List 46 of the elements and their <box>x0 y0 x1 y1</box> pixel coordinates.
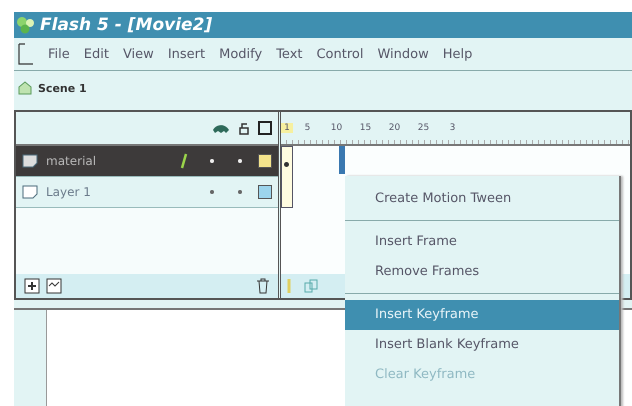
menu-item[interactable]: View <box>122 46 154 62</box>
visibility-dot[interactable] <box>210 190 214 194</box>
app-icon <box>16 16 36 34</box>
trash-icon[interactable] <box>256 278 270 294</box>
visibility-dot[interactable] <box>210 159 214 163</box>
add-guide-icon[interactable] <box>46 278 62 294</box>
menu-item[interactable]: Control <box>316 46 364 62</box>
menu-item[interactable]: Insert Frame <box>345 227 619 257</box>
frame-number: 15 <box>358 123 372 133</box>
layer-icon <box>22 185 38 199</box>
menu-item[interactable]: Insert Keyframe <box>345 300 619 330</box>
frame-number: 1 <box>281 123 293 133</box>
pencil-icon <box>180 153 188 169</box>
layer-icon <box>22 154 38 168</box>
menu-item[interactable]: Insert <box>168 46 206 62</box>
outline-color-square[interactable] <box>258 154 272 168</box>
menu-item[interactable]: Window <box>377 46 429 62</box>
playhead[interactable] <box>281 146 293 208</box>
layer-name: Layer 1 <box>46 185 92 199</box>
menu-item[interactable]: File <box>48 46 70 62</box>
scene-icon[interactable] <box>18 81 32 95</box>
lock-icon[interactable] <box>238 121 250 135</box>
menu-item[interactable]: Remove Frames <box>345 257 619 287</box>
window-title: Flash 5 - [Movie2] <box>40 15 212 35</box>
frame-number: 20 <box>388 123 402 133</box>
eye-icon[interactable] <box>212 122 230 134</box>
document-icon[interactable] <box>18 43 34 65</box>
frame-number: 25 <box>416 123 430 133</box>
lock-dot[interactable] <box>238 190 242 194</box>
frame-number: 10 <box>330 123 344 133</box>
add-layer-icon[interactable] <box>24 278 40 294</box>
menu-item[interactable]: Edit <box>84 46 109 62</box>
menu-item[interactable]: Text <box>276 46 302 62</box>
layer-row[interactable]: material <box>16 146 278 177</box>
frame-number: 5 <box>304 123 312 133</box>
lock-dot[interactable] <box>238 159 242 163</box>
menu-item[interactable]: Modify <box>219 46 262 62</box>
keyframe-dot <box>284 162 289 167</box>
menu-item[interactable]: Create Motion Tween <box>345 184 619 214</box>
menu-item[interactable]: Help <box>442 46 472 62</box>
outline-icon[interactable] <box>258 121 272 135</box>
scene-label[interactable]: Scene 1 <box>38 82 87 94</box>
layer-name: material <box>46 154 98 168</box>
frame-number: 3 <box>448 123 456 133</box>
outline-color-square[interactable] <box>258 185 272 199</box>
menu-item[interactable]: Insert Blank Keyframe <box>345 330 619 360</box>
